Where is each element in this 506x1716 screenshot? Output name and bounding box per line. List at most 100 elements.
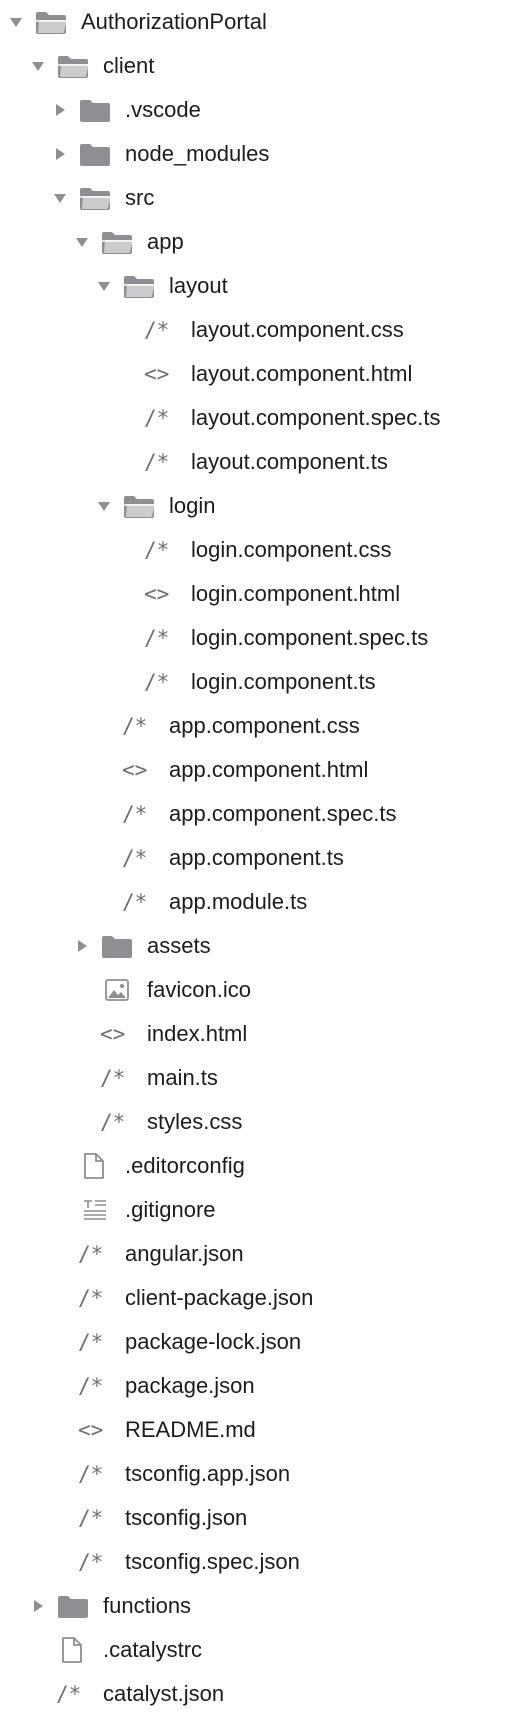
- tree-item-label: login.component.ts: [191, 669, 376, 694]
- folder-open-icon: [122, 492, 160, 520]
- tree-row[interactable]: favicon.ico: [0, 968, 506, 1012]
- tree-row[interactable]: /* tsconfig.app.json: [0, 1452, 506, 1496]
- tree-row[interactable]: /* app.component.ts: [0, 836, 506, 880]
- tree-item-label: assets: [147, 933, 211, 958]
- folder-open-icon: [34, 8, 72, 36]
- tree-row[interactable]: <> index.html: [0, 1012, 506, 1056]
- comment-file-icon: /*: [144, 406, 170, 430]
- tree-row[interactable]: /* tsconfig.spec.json: [0, 1540, 506, 1584]
- file-tree: AuthorizationPortal client .vscode node_mod…: [0, 0, 506, 1712]
- tree-row[interactable]: /* package.json: [0, 1364, 506, 1408]
- folder-icon: [78, 140, 116, 168]
- image-file-icon: [100, 976, 141, 1004]
- disclosure-collapsed-icon[interactable]: [74, 938, 90, 954]
- tree-item-label: layout.component.html: [191, 361, 413, 386]
- comment-file-icon: /*: [100, 1110, 126, 1134]
- code-file-icon: <>: [144, 362, 170, 386]
- disclosure-expanded-icon[interactable]: [52, 190, 68, 206]
- comment-file-icon: /*: [144, 670, 170, 694]
- tree-row[interactable]: functions: [0, 1584, 506, 1628]
- disclosure-expanded-icon[interactable]: [96, 278, 112, 294]
- tree-row[interactable]: .gitignore: [0, 1188, 506, 1232]
- tree-row[interactable]: /* catalyst.json: [0, 1672, 506, 1716]
- folder-icon: [56, 1592, 94, 1620]
- tree-item-label: login.component.html: [191, 581, 401, 606]
- comment-file-icon: /*: [122, 802, 148, 826]
- folder-icon: [78, 96, 116, 124]
- tree-item-label: app.component.ts: [169, 845, 344, 870]
- tree-row[interactable]: /* layout.component.spec.ts: [0, 396, 506, 440]
- comment-file-icon: /*: [56, 1682, 82, 1706]
- tree-item-label: AuthorizationPortal: [81, 9, 267, 34]
- tree-row[interactable]: /* main.ts: [0, 1056, 506, 1100]
- tree-row[interactable]: <> README.md: [0, 1408, 506, 1452]
- tree-item-label: node_modules: [125, 141, 270, 166]
- tree-row[interactable]: /* client-package.json: [0, 1276, 506, 1320]
- disclosure-collapsed-icon[interactable]: [30, 1598, 46, 1614]
- tree-item-label: angular.json: [125, 1241, 244, 1266]
- tree-row[interactable]: /* styles.css: [0, 1100, 506, 1144]
- tree-row[interactable]: .vscode: [0, 88, 506, 132]
- tree-row[interactable]: /* layout.component.ts: [0, 440, 506, 484]
- tree-row[interactable]: /* app.module.ts: [0, 880, 506, 924]
- tree-row[interactable]: .catalystrc: [0, 1628, 506, 1672]
- tree-row[interactable]: login: [0, 484, 506, 528]
- tree-row[interactable]: /* login.component.css: [0, 528, 506, 572]
- comment-file-icon: /*: [100, 1066, 126, 1090]
- comment-file-icon: /*: [122, 714, 148, 738]
- disclosure-expanded-icon[interactable]: [96, 498, 112, 514]
- tree-row[interactable]: node_modules: [0, 132, 506, 176]
- tree-row[interactable]: /* app.component.spec.ts: [0, 792, 506, 836]
- comment-file-icon: /*: [144, 318, 170, 342]
- tree-row[interactable]: assets: [0, 924, 506, 968]
- tree-row[interactable]: /* angular.json: [0, 1232, 506, 1276]
- tree-row[interactable]: app: [0, 220, 506, 264]
- tree-item-label: layout.component.ts: [191, 449, 388, 474]
- disclosure-collapsed-icon[interactable]: [52, 102, 68, 118]
- tree-item-label: .gitignore: [125, 1197, 216, 1222]
- disclosure-expanded-icon[interactable]: [74, 234, 90, 250]
- tree-row[interactable]: /* login.component.spec.ts: [0, 616, 506, 660]
- folder-open-icon: [100, 228, 138, 256]
- tree-item-label: app.component.spec.ts: [169, 801, 397, 826]
- tree-item-label: layout: [169, 273, 228, 298]
- code-file-icon: <>: [122, 758, 148, 782]
- tree-row[interactable]: <> layout.component.html: [0, 352, 506, 396]
- comment-file-icon: /*: [78, 1550, 104, 1574]
- tree-row[interactable]: /* tsconfig.json: [0, 1496, 506, 1540]
- comment-file-icon: /*: [78, 1242, 104, 1266]
- tree-row[interactable]: .editorconfig: [0, 1144, 506, 1188]
- tree-item-label: src: [125, 185, 155, 210]
- disclosure-expanded-icon[interactable]: [30, 58, 46, 74]
- tree-item-label: login.component.css: [191, 537, 392, 562]
- comment-file-icon: /*: [78, 1374, 104, 1398]
- code-file-icon: <>: [78, 1418, 104, 1442]
- tree-row[interactable]: AuthorizationPortal: [0, 0, 506, 44]
- tree-row[interactable]: layout: [0, 264, 506, 308]
- code-file-icon: <>: [100, 1022, 126, 1046]
- file-icon: [56, 1636, 97, 1664]
- tree-row[interactable]: /* layout.component.css: [0, 308, 506, 352]
- tree-row[interactable]: <> login.component.html: [0, 572, 506, 616]
- text-file-icon: [78, 1196, 119, 1224]
- file-icon: [78, 1152, 119, 1180]
- tree-row[interactable]: /* login.component.ts: [0, 660, 506, 704]
- folder-open-icon: [122, 272, 160, 300]
- tree-row[interactable]: <> app.component.html: [0, 748, 506, 792]
- tree-row[interactable]: /* package-lock.json: [0, 1320, 506, 1364]
- tree-item-label: client-package.json: [125, 1285, 314, 1310]
- tree-item-label: tsconfig.app.json: [125, 1461, 291, 1486]
- tree-row[interactable]: /* app.component.css: [0, 704, 506, 748]
- disclosure-expanded-icon[interactable]: [8, 14, 24, 30]
- tree-item-label: tsconfig.spec.json: [125, 1549, 300, 1574]
- tree-item-label: tsconfig.json: [125, 1505, 248, 1530]
- folder-open-icon: [56, 52, 94, 80]
- disclosure-collapsed-icon[interactable]: [52, 146, 68, 162]
- tree-row[interactable]: client: [0, 44, 506, 88]
- tree-row[interactable]: src: [0, 176, 506, 220]
- tree-item-label: styles.css: [147, 1109, 243, 1134]
- tree-item-label: package-lock.json: [125, 1329, 302, 1354]
- tree-item-label: .catalystrc: [103, 1637, 203, 1662]
- tree-item-label: README.md: [125, 1417, 256, 1442]
- tree-item-label: catalyst.json: [103, 1681, 225, 1706]
